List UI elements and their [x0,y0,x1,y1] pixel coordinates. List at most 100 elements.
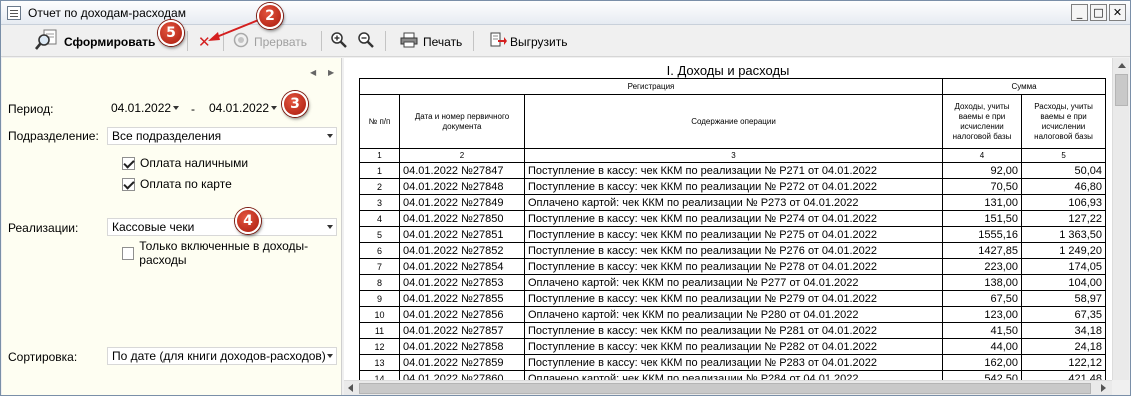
row-income: 542,50 [942,370,1023,380]
print-button[interactable]: Печать [400,29,462,54]
table-row: 11 04.01.2022 №27857 Поступление в кассу: … [359,322,1107,339]
row-operation: Поступление в кассу: чек ККМ по реализац… [523,210,944,227]
generate-label: Сформировать [64,34,156,49]
date-to-field[interactable]: 04.01.2022 [205,100,281,118]
date-from-value: 04.01.2022 [111,101,172,115]
division-select[interactable]: Все подразделения [107,127,337,145]
table-row: 3 04.01.2022 №27849 Оплачено картой: чек К… [359,194,1107,211]
column-number: 1 [359,148,400,163]
row-expense: 106,93 [1021,194,1107,211]
export-icon [490,32,508,51]
row-document: 04.01.2022 №27853 [399,274,525,291]
row-operation: Поступление в кассу: чек ККМ по реализац… [523,258,944,275]
row-expense: 58,97 [1021,290,1107,307]
zoom-out-icon [357,31,375,52]
toolbar-separator [321,31,322,51]
row-number: 10 [359,306,400,323]
zoom-in-button[interactable] [330,29,348,54]
row-expense: 24,18 [1021,338,1107,355]
export-button[interactable]: Выгрузить [490,29,568,54]
annotation-badge-2: 2 [257,3,283,29]
zoom-out-button[interactable] [357,29,375,54]
column-number: 5 [1021,148,1107,163]
row-operation: Оплачено картой: чек ККМ по реализации №… [523,194,944,211]
collapse-right-icon[interactable]: ▶ [328,68,334,77]
row-income: 151,50 [942,210,1023,227]
row-expense: 421,48 [1021,370,1107,380]
row-document: 04.01.2022 №27850 [399,210,525,227]
table-row: 13 04.01.2022 №27859 Поступление в кассу: … [359,354,1107,371]
table-row: 14 04.01.2022 №27860 Оплачено картой: чек … [359,370,1107,380]
close-button[interactable]: ✕ [1109,4,1126,21]
annotation-badge-5: 5 [158,20,184,46]
checkbox-checked-icon [122,156,135,170]
toolbar-separator [473,31,474,51]
row-income: 162,00 [942,354,1023,371]
header-income: Доходы, учиты ваемы е при исчислении нал… [942,94,1023,149]
row-number: 2 [359,178,400,195]
only-included-checkbox[interactable]: Только включенные в доходы-расходы [122,239,341,267]
row-document: 04.01.2022 №27858 [399,338,525,355]
window-icon [7,6,21,20]
generate-button[interactable]: Сформировать [34,29,156,54]
minimize-button[interactable]: _ [1071,4,1088,21]
row-expense: 34,18 [1021,322,1107,339]
report-title: I. Доходы и расходы [666,63,790,78]
header-content: Содержание операции [523,94,944,149]
scroll-thumb[interactable] [1115,74,1128,106]
window-title: Отчет по доходам-расходам [28,6,186,20]
toolbar-separator [187,31,188,51]
maximize-button[interactable]: □ [1090,4,1107,21]
row-document: 04.01.2022 №27851 [399,226,525,243]
header-registration: Регистрация [358,78,944,95]
scroll-thumb[interactable] [359,383,1091,394]
card-payment-checkbox[interactable]: Оплата по карте [122,177,232,191]
sort-select[interactable]: По дате (для книги доходов-расходов) [107,347,337,365]
division-label: Подразделение: [8,129,99,143]
row-expense: 46,80 [1021,178,1107,195]
scroll-up-icon[interactable] [1118,63,1126,68]
column-number: 2 [399,148,525,163]
row-operation: Поступление в кассу: чек ККМ по реализац… [523,354,944,371]
row-expense: 1 363,50 [1021,226,1107,243]
scroll-right-icon[interactable] [1101,384,1106,392]
report-table: Регистрация Сумма № п/п Дата и номер пер… [358,78,1107,380]
card-payment-label: Оплата по карте [140,177,232,191]
sales-select[interactable]: Кассовые чеки [107,218,337,236]
row-document: 04.01.2022 №27849 [399,194,525,211]
row-number: 4 [359,210,400,227]
row-number: 11 [359,322,400,339]
scroll-left-icon[interactable] [348,384,353,392]
row-number: 13 [359,354,400,371]
header-expense: Расходы, учиты ваемы е при исчислении на… [1021,94,1107,149]
row-number: 3 [359,194,400,211]
row-number: 6 [359,242,400,259]
table-row: 4 04.01.2022 №27850 Поступление в кассу: ч… [359,210,1107,227]
vertical-scrollbar[interactable] [1112,58,1129,380]
row-operation: Поступление в кассу: чек ККМ по реализац… [523,226,944,243]
print-label: Печать [423,34,463,49]
row-operation: Поступление в кассу: чек ККМ по реализац… [523,178,944,195]
table-row: 6 04.01.2022 №27852 Поступление в кассу: ч… [359,242,1107,259]
row-income: 92,00 [942,162,1023,179]
collapse-left-icon[interactable]: ◀ [310,68,316,77]
date-from-field[interactable]: 04.01.2022 [107,100,183,118]
row-number: 7 [359,258,400,275]
row-document: 04.01.2022 №27856 [399,306,525,323]
table-row: 2 04.01.2022 №27848 Поступление в кассу: ч… [359,178,1107,195]
column-number: 3 [523,148,944,163]
row-expense: 122,12 [1021,354,1107,371]
row-document: 04.01.2022 №27848 [399,178,525,195]
horizontal-scrollbar[interactable] [344,380,1112,395]
column-number: 4 [942,148,1023,163]
header-num: № п/п [359,94,400,149]
table-row: 12 04.01.2022 №27858 Поступление в кассу: … [359,338,1107,355]
row-expense: 127,22 [1021,210,1107,227]
toolbar-separator [385,31,386,51]
row-expense: 174,05 [1021,258,1107,275]
cash-payment-checkbox[interactable]: Оплата наличными [122,156,248,170]
row-number: 9 [359,290,400,307]
row-operation: Поступление в кассу: чек ККМ по реализац… [523,242,944,259]
row-expense: 67,35 [1021,306,1107,323]
row-income: 67,50 [942,290,1023,307]
